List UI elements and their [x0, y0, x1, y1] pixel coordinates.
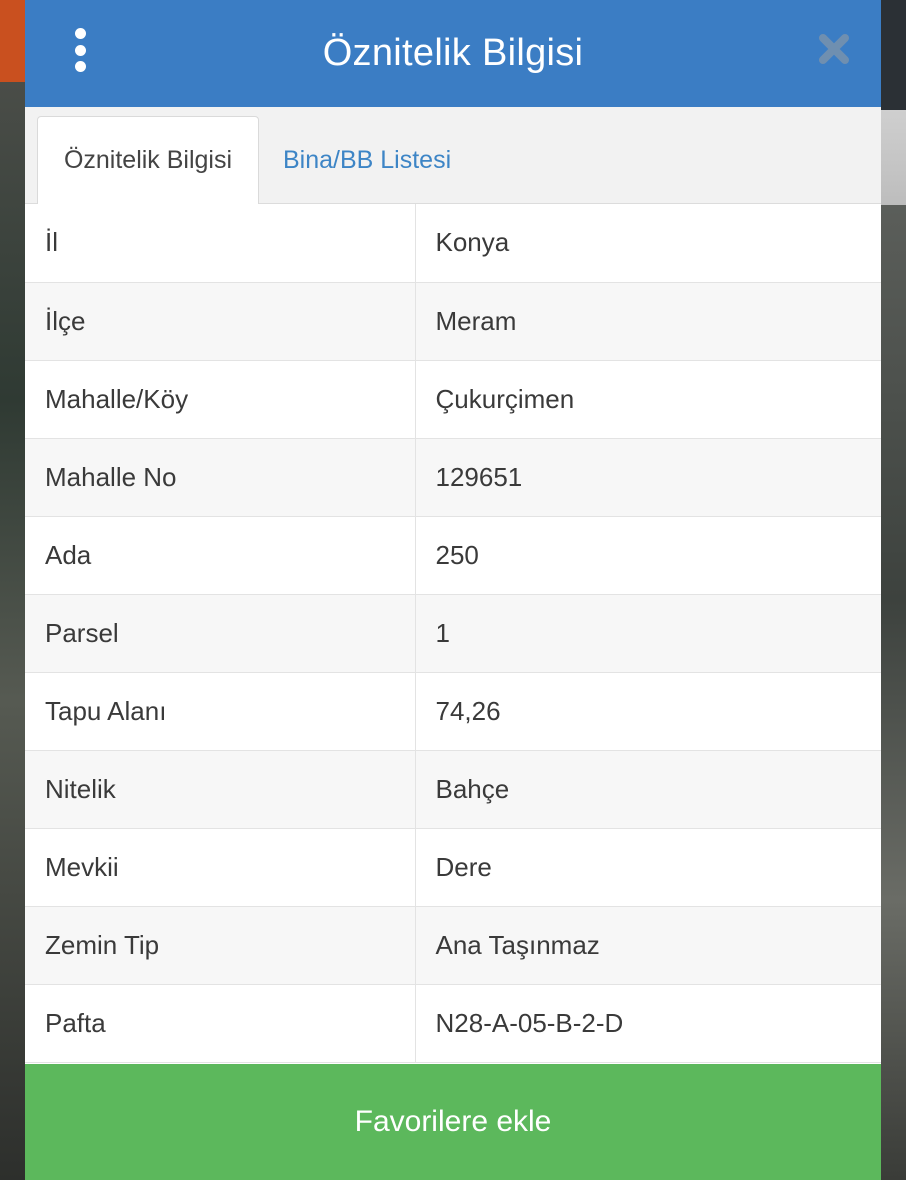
attribute-value: Çukurçimen [415, 360, 881, 439]
table-row: Zemin Tip Ana Taşınmaz [25, 906, 881, 985]
vertical-dots-icon[interactable] [69, 28, 91, 72]
attribute-value: 74,26 [415, 672, 881, 751]
attribute-key: Tapu Alanı [25, 672, 416, 751]
add-to-favorites-button[interactable]: Favorilere ekle [25, 1064, 881, 1180]
attribute-key: Parsel [25, 594, 416, 673]
attribute-key: Mahalle/Köy [25, 360, 416, 439]
attribute-key: İlçe [25, 282, 416, 361]
table-row: İlçe Meram [25, 282, 881, 361]
modal-header: Öznitelik Bilgisi [25, 0, 881, 107]
close-icon[interactable] [817, 32, 851, 66]
table-row: İl Konya [25, 204, 881, 283]
attribute-key: Ada [25, 516, 416, 595]
modal-title: Öznitelik Bilgisi [322, 32, 584, 74]
attribute-value: Ana Taşınmaz [415, 906, 881, 985]
table-row: Parsel 1 [25, 594, 881, 673]
attribute-value: N28-A-05-B-2-D [415, 984, 881, 1063]
attribute-key: Zemin Tip [25, 906, 416, 985]
table-row: Nitelik Bahçe [25, 750, 881, 829]
attribute-key: Mahalle No [25, 438, 416, 517]
attribute-key: İl [25, 204, 416, 283]
map-background-left [0, 0, 25, 1180]
attribute-table: İl Konya İlçe Meram Mahalle/Köy Çukurçimen Mah… [25, 204, 881, 1063]
table-row: Mahalle/Köy Çukurçimen [25, 360, 881, 439]
attribute-key: Pafta [25, 984, 416, 1063]
table-row: Mevkii Dere [25, 828, 881, 907]
attribute-value: Bahçe [415, 750, 881, 829]
tab-building-list[interactable]: Bina/BB Listesi [283, 116, 451, 204]
attribute-info-modal: Öznitelik Bilgisi Öznitelik Bilgisi Bina… [25, 0, 881, 1180]
map-background-right [881, 0, 906, 1180]
attribute-value: Dere [415, 828, 881, 907]
table-row: Mahalle No 129651 [25, 438, 881, 517]
attribute-value: Konya [415, 204, 881, 283]
table-row: Tapu Alanı 74,26 [25, 672, 881, 751]
attribute-value: 1 [415, 594, 881, 673]
table-row: Pafta N28-A-05-B-2-D [25, 984, 881, 1063]
attribute-key: Nitelik [25, 750, 416, 829]
table-row: Ada 250 [25, 516, 881, 595]
tabs-bar: Öznitelik Bilgisi Bina/BB Listesi [25, 107, 881, 204]
attribute-value: Meram [415, 282, 881, 361]
attribute-value: 129651 [415, 438, 881, 517]
attribute-key: Mevkii [25, 828, 416, 907]
tab-attribute-info[interactable]: Öznitelik Bilgisi [37, 116, 259, 204]
attribute-value: 250 [415, 516, 881, 595]
